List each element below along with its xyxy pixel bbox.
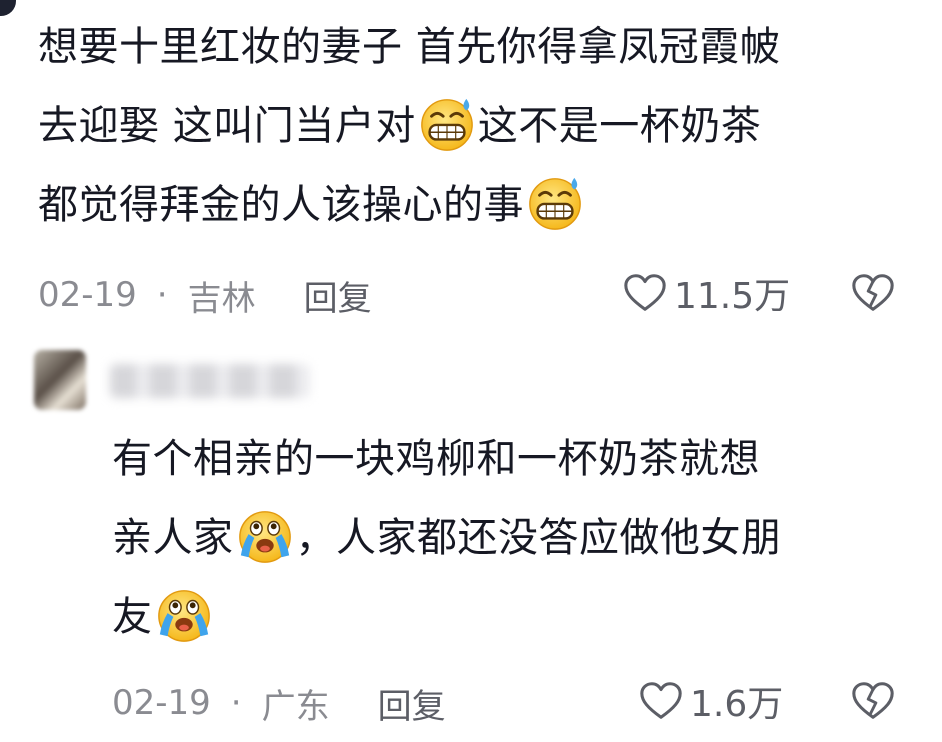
comment-1-like-count: 11.5万: [674, 276, 791, 317]
comment-1-date: 02-19: [38, 275, 137, 315]
heart-outline-icon: [622, 270, 668, 316]
comment-2-reply-button[interactable]: 回复: [378, 679, 446, 728]
comment-1-line-2: 去迎娶 这叫门当户对 这不是一杯奶茶: [38, 87, 780, 166]
comment-1-line-2b: 这不是一杯奶茶: [477, 103, 762, 149]
crying-laughing-emoji: [155, 586, 213, 644]
comment-1-location: 吉林: [187, 278, 256, 319]
previous-avatar-edge: [0, 0, 16, 16]
broken-heart-icon[interactable]: [850, 270, 896, 316]
meta-separator: ·: [156, 275, 168, 315]
grinning-sweat-emoji: [418, 95, 476, 153]
comment-2-date: 02-19: [112, 683, 211, 723]
broken-heart-icon[interactable]: [850, 678, 896, 724]
comment-1-reply-button[interactable]: 回复: [304, 271, 372, 320]
comment-2-line-2: 亲人家 ，人家都还没答应做他女朋: [112, 499, 782, 578]
comment-2-line-2a: 亲人家: [112, 515, 234, 561]
avatar[interactable]: [34, 350, 86, 410]
comment-1-meta: 02-19 · 吉林 回复: [38, 270, 372, 320]
comment-1-line-1: 想要十里红妆的妻子 首先你得拿凤冠霞帔: [38, 24, 781, 70]
comment-1-text[interactable]: 想要十里红妆的妻子 首先你得拿凤冠霞帔 去迎娶 这叫门当户对 这不是一杯奶茶 都觉…: [38, 8, 780, 245]
comment-1-like-button[interactable]: 11.5万: [622, 268, 790, 318]
heart-outline-icon: [638, 678, 684, 724]
comment-2-like-count: 1.6万: [690, 684, 784, 725]
comment-1-line-3a: 都觉得拜金的人该操心的事: [38, 182, 524, 228]
grinning-sweat-emoji: [526, 174, 584, 232]
comment-2-line-3a: 友: [112, 594, 153, 640]
username-blurred[interactable]: [110, 364, 310, 398]
comment-2-text[interactable]: 有个相亲的一块鸡柳和一杯奶茶就想 亲人家 ，人家都还没答应做他女朋 友: [112, 420, 782, 657]
crying-laughing-emoji: [236, 507, 294, 565]
comment-2-line-2b: ，人家都还没答应做他女朋: [295, 515, 782, 561]
comment-2-like-button[interactable]: 1.6万: [638, 676, 783, 726]
comment-1-line-2a: 去迎娶 这叫门当户对: [38, 103, 416, 149]
comment-1-line-3: 都觉得拜金的人该操心的事: [38, 166, 780, 245]
comment-2-line-1: 有个相亲的一块鸡柳和一杯奶茶就想: [112, 436, 760, 482]
comment-2-meta: 02-19 · 广东 回复: [112, 678, 446, 728]
meta-separator: ·: [230, 683, 242, 723]
comment-2-location: 广东: [261, 686, 330, 727]
comment-2-line-3: 友: [112, 578, 782, 657]
